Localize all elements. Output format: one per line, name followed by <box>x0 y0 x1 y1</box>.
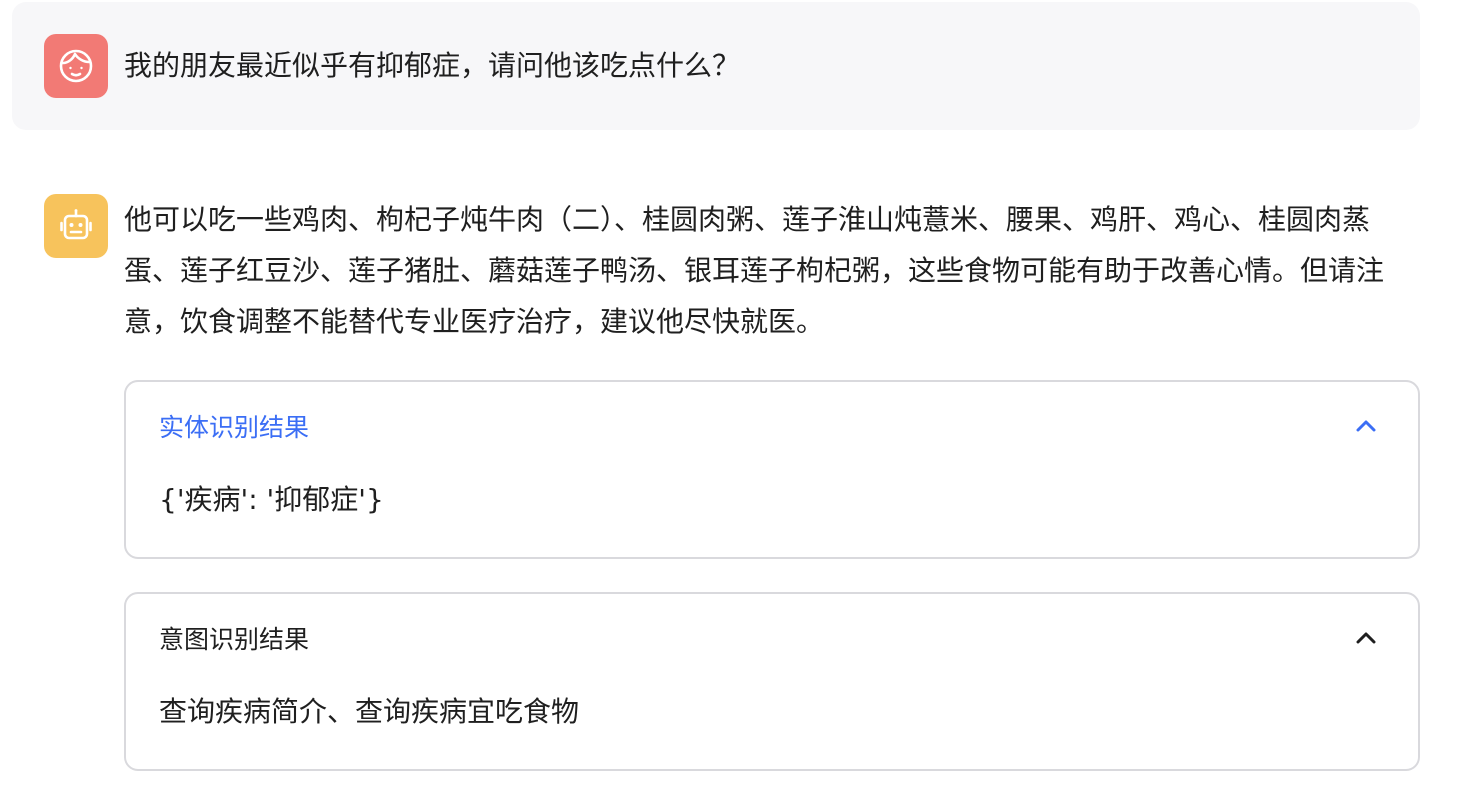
user-message: 我的朋友最近似乎有抑郁症，请问他该吃点什么？ <box>12 2 1420 130</box>
robot-icon <box>56 206 96 246</box>
intent-recognition-panel: 意图识别结果 查询疾病简介、查询疾病宜吃食物 <box>124 592 1420 771</box>
entity-panel-content: {'疾病': '抑郁症'} <box>159 483 384 516</box>
user-message-text: 我的朋友最近似乎有抑郁症，请问他该吃点什么？ <box>124 49 741 82</box>
chat-page: 我的朋友最近似乎有抑郁症，请问他该吃点什么？ 他可以吃一些鸡肉、枸杞子炖牛肉（二… <box>0 0 1482 790</box>
user-avatar <box>44 34 108 98</box>
chevron-up-icon <box>1353 413 1379 443</box>
face-icon <box>56 46 96 86</box>
entity-panel-toggle[interactable] <box>1352 414 1380 442</box>
entity-panel-title[interactable]: 实体识别结果 <box>159 410 309 446</box>
intent-panel-toggle[interactable] <box>1352 626 1380 654</box>
chevron-up-icon <box>1353 625 1379 655</box>
intent-panel-title[interactable]: 意图识别结果 <box>159 622 309 658</box>
intent-panel-content: 查询疾病简介、查询疾病宜吃食物 <box>159 695 580 728</box>
bot-avatar <box>44 194 108 258</box>
entity-recognition-panel: 实体识别结果 {'疾病': '抑郁症'} <box>124 380 1420 559</box>
bot-message-text: 他可以吃一些鸡肉、枸杞子炖牛肉（二）、桂圆肉粥、莲子淮山炖薏米、腰果、鸡肝、鸡心… <box>124 203 1385 338</box>
